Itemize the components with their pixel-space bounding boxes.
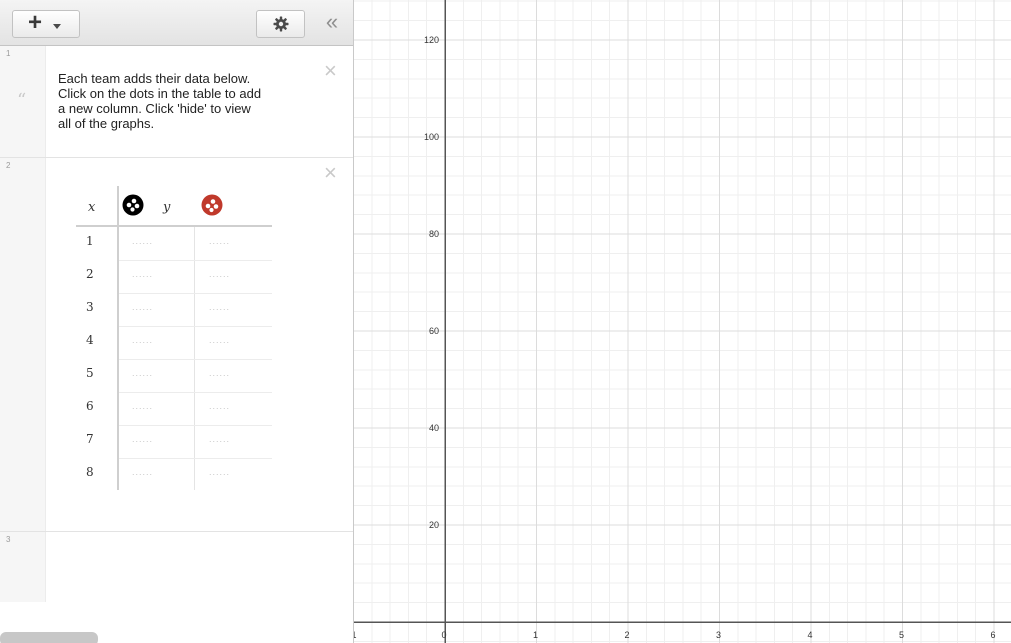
table-cell-x[interactable]: 8 — [86, 465, 94, 479]
y-tick-label: 120 — [424, 35, 439, 45]
graph-paper[interactable]: 20 40 60 80 100 120 -1 0 1 2 3 4 5 6 — [354, 0, 1011, 643]
table-row-divider — [119, 260, 272, 261]
table-header-x[interactable]: x — [88, 200, 95, 215]
add-item-button[interactable]: + — [12, 10, 80, 38]
table-cell-x[interactable]: 4 — [86, 333, 94, 347]
table-cell-x[interactable]: 7 — [86, 432, 94, 446]
expression-item-empty[interactable]: 3 — [0, 532, 353, 602]
settings-button[interactable] — [256, 10, 305, 38]
delete-item-button[interactable]: × — [324, 60, 337, 82]
note-line: Each team adds their data below. — [58, 71, 251, 86]
table-cell-col3[interactable]: ...... — [209, 236, 230, 246]
x-tick-label: 0 — [441, 630, 446, 640]
table-cell-col3[interactable]: ...... — [209, 467, 230, 477]
table-cell-x[interactable]: 2 — [86, 267, 94, 281]
x-tick-label: 2 — [624, 630, 629, 640]
table-cell-y[interactable]: ...... — [132, 236, 153, 246]
x-tick-label: -1 — [354, 630, 357, 640]
expression-gutter: 1 “ — [0, 46, 46, 157]
y-tick-label: 100 — [424, 132, 439, 142]
y-tick-label: 20 — [429, 520, 439, 530]
note-text[interactable]: Each team adds their data below. Click o… — [58, 71, 308, 131]
table-cell-col3[interactable]: ...... — [209, 335, 230, 345]
table-cell-col3[interactable]: ...... — [209, 401, 230, 411]
table-cell-y[interactable]: ...... — [132, 368, 153, 378]
quote-icon: “ — [17, 90, 27, 111]
y-tick-label: 60 — [429, 326, 439, 336]
delete-item-button[interactable]: × — [324, 162, 337, 184]
table-row-divider — [119, 458, 272, 459]
note-line: all of the graphs. — [58, 116, 155, 131]
expression-gutter: 3 — [0, 532, 46, 602]
table-cell-col3[interactable]: ...... — [209, 269, 230, 279]
table-cell-x[interactable]: 1 — [86, 234, 94, 248]
expression-number: 3 — [6, 535, 11, 544]
column-style-dots-icon[interactable] — [201, 194, 223, 216]
desmos-app: + « 1 “ × Each team adds their data belo… — [0, 0, 1011, 643]
expression-number: 1 — [6, 49, 11, 58]
table-cell-y[interactable]: ...... — [132, 335, 153, 345]
expression-gutter: 2 — [0, 158, 46, 531]
table-row-divider — [119, 392, 272, 393]
table-cell-y[interactable]: ...... — [132, 434, 153, 444]
table-cell-col3[interactable]: ...... — [209, 434, 230, 444]
table-cell-y[interactable]: ...... — [132, 467, 153, 477]
graph-canvas[interactable]: 20 40 60 80 100 120 -1 0 1 2 3 4 5 6 — [354, 0, 1011, 643]
table-header-divider — [76, 225, 272, 227]
table-cell-y[interactable]: ...... — [132, 401, 153, 411]
table-cell-y[interactable]: ...... — [132, 302, 153, 312]
table-row-divider — [119, 293, 272, 294]
x-tick-label: 1 — [533, 630, 538, 640]
table-cell-x[interactable]: 5 — [86, 366, 94, 380]
collapse-panel-button[interactable]: « — [318, 11, 346, 37]
note-line: Click on the dots in the table to add — [58, 86, 262, 101]
panel-scroll-handle[interactable] — [0, 632, 98, 643]
x-tick-label: 5 — [899, 630, 904, 640]
caret-down-icon — [53, 24, 61, 29]
table-cell-col3[interactable]: ...... — [209, 368, 230, 378]
data-table: x y 1............ 2............ 3.........… — [76, 186, 272, 496]
table-divider — [117, 186, 119, 490]
expression-panel: + « 1 “ × Each team adds their data belo… — [0, 0, 354, 643]
table-cell-y[interactable]: ...... — [132, 269, 153, 279]
table-cell-x[interactable]: 3 — [86, 300, 94, 314]
y-tick-label: 80 — [429, 229, 439, 239]
table-row-divider — [119, 359, 272, 360]
x-tick-label: 4 — [807, 630, 812, 640]
expression-toolbar: + « — [0, 0, 353, 46]
table-cell-x[interactable]: 6 — [86, 399, 94, 413]
table-row-divider — [119, 425, 272, 426]
y-tick-label: 40 — [429, 423, 439, 433]
plus-icon: + — [28, 9, 43, 36]
expression-number: 2 — [6, 161, 11, 170]
gear-icon — [273, 16, 289, 32]
table-cell-col3[interactable]: ...... — [209, 302, 230, 312]
note-line: a new column. Click 'hide' to view — [58, 101, 251, 116]
x-tick-label: 6 — [990, 630, 995, 640]
table-row-divider — [119, 326, 272, 327]
column-style-dots-icon[interactable] — [122, 194, 144, 216]
table-header-y[interactable]: y — [163, 200, 170, 215]
x-tick-label: 3 — [716, 630, 721, 640]
